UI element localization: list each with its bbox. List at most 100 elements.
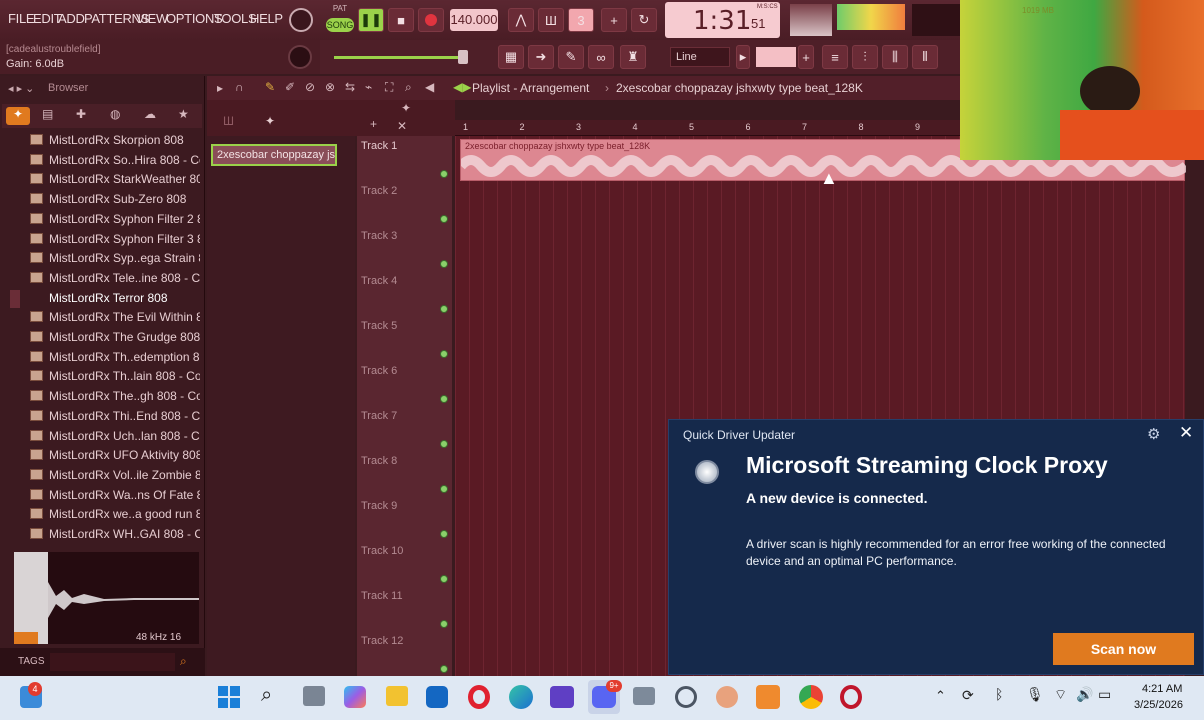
pat-toggle[interactable]: PAT bbox=[326, 4, 354, 16]
volume-icon[interactable]: 🔊 bbox=[1076, 686, 1093, 703]
blend-notes-icon[interactable]: + bbox=[601, 8, 627, 32]
arrow-right-icon[interactable]: ➜ bbox=[528, 45, 554, 69]
browser-item[interactable]: MistLordRx The Grudge 808 bbox=[30, 330, 200, 349]
browser-item[interactable]: MistLordRx Syp..ega Strain 808 bbox=[30, 251, 200, 270]
tempo-display[interactable]: 140.000 bbox=[450, 9, 498, 31]
grid-icon[interactable]: Ш bbox=[223, 114, 234, 128]
mute-tool-icon[interactable]: ⊗ bbox=[325, 80, 335, 94]
browser-item[interactable]: MistLordRx Thi..End 808 - Copy bbox=[30, 409, 200, 428]
wifi-icon[interactable]: ⌔ bbox=[1054, 686, 1067, 704]
track-name[interactable]: Track 8 bbox=[361, 455, 397, 467]
slice-tool-icon[interactable]: ⌁ bbox=[365, 80, 372, 94]
play-button[interactable]: ❚❚ bbox=[358, 8, 384, 32]
browser-item[interactable]: MistLordRx Syphon Filter 2 808 bbox=[30, 212, 200, 231]
mixer-icon[interactable]: ⫴ bbox=[912, 45, 938, 69]
track-name[interactable]: Track 6 bbox=[361, 365, 397, 377]
browser-item[interactable]: MistLordRx The..gh 808 - Copy bbox=[30, 389, 200, 408]
loop-record-icon[interactable]: ↻ bbox=[631, 8, 657, 32]
task-view-icon[interactable] bbox=[303, 686, 325, 706]
link-icon[interactable]: ∞ bbox=[588, 45, 614, 69]
camera-icon[interactable] bbox=[633, 687, 655, 705]
browser-item[interactable]: MistLordRx The Evil Within 808 bbox=[30, 310, 200, 329]
stamp-icon[interactable]: ♜ bbox=[620, 45, 646, 69]
search-taskbar-icon[interactable]: ⌕ bbox=[261, 684, 272, 707]
menu-help[interactable]: HELP bbox=[250, 11, 283, 26]
browser-item[interactable]: MistLordRx Uch..lan 808 - Copy bbox=[30, 429, 200, 448]
browser-item[interactable]: MistLordRx Th..lain 808 - Copy bbox=[30, 369, 200, 388]
opera-icon[interactable] bbox=[468, 685, 490, 709]
battery-icon[interactable]: ▭ bbox=[1098, 686, 1111, 703]
track-enable-led[interactable] bbox=[440, 215, 448, 223]
master-volume-knob[interactable] bbox=[289, 8, 313, 32]
pencil-icon[interactable]: ✎ bbox=[558, 45, 584, 69]
select-tool-icon[interactable]: ⛶ bbox=[385, 80, 393, 95]
playback-tool-icon[interactable]: ◀ bbox=[425, 80, 434, 94]
browser-item[interactable]: MistLordRx WH..GAI 808 - Copy bbox=[30, 527, 200, 546]
github-icon[interactable] bbox=[675, 686, 697, 708]
track-enable-led[interactable] bbox=[440, 575, 448, 583]
track-name[interactable]: Track 9 bbox=[361, 500, 397, 512]
bluetooth-icon[interactable]: ᛒ bbox=[995, 686, 1003, 702]
track-name[interactable]: Track 4 bbox=[361, 275, 397, 287]
browser-item[interactable]: MistLordRx Sub-Zero 808 bbox=[30, 192, 200, 211]
track-enable-led[interactable] bbox=[440, 305, 448, 313]
piano-icon[interactable]: ▦ bbox=[498, 45, 524, 69]
clipchamp-icon[interactable] bbox=[550, 686, 574, 708]
track-name[interactable]: Track 3 bbox=[361, 230, 397, 242]
clock-date[interactable]: 3/25/2026 bbox=[1134, 699, 1183, 711]
sync-icon[interactable]: ⟳ bbox=[962, 687, 974, 704]
browser-item[interactable]: MistLordRx we..a good run 808 bbox=[30, 507, 200, 526]
cloud-tab-icon[interactable]: ☁ bbox=[144, 107, 156, 121]
track-enable-led[interactable] bbox=[440, 485, 448, 493]
start-icon[interactable] bbox=[218, 686, 240, 708]
track-name[interactable]: Track 10 bbox=[361, 545, 403, 557]
wait-input-icon[interactable]: Ш bbox=[538, 8, 564, 32]
browser-item[interactable]: MistLordRx Skorpion 808 bbox=[30, 133, 200, 152]
audio-clip-icon[interactable]: ✦ bbox=[265, 114, 275, 128]
gear-icon[interactable]: ⚙ bbox=[1147, 425, 1160, 443]
copilot-icon[interactable] bbox=[344, 686, 366, 708]
metronome-icon[interactable]: ⋀ bbox=[508, 8, 534, 32]
tags-input[interactable] bbox=[50, 653, 175, 671]
opera-gx-icon[interactable] bbox=[840, 685, 862, 709]
paint-tool-icon[interactable]: ✐ bbox=[285, 80, 295, 94]
add-pattern-icon[interactable]: + bbox=[798, 45, 814, 69]
outlook-icon[interactable] bbox=[426, 686, 448, 708]
browser-item[interactable]: MistLordRx StarkWeather 808 bbox=[30, 172, 200, 191]
browser-arrows[interactable]: ◂ ▸ ⌄ bbox=[8, 82, 34, 95]
clock-time[interactable]: 4:21 AM bbox=[1142, 683, 1182, 695]
folder-tab-icon[interactable]: ▤ bbox=[42, 107, 53, 121]
browser-scroll-handle[interactable] bbox=[10, 290, 20, 308]
piano-roll-icon[interactable]: ⫼ bbox=[882, 45, 908, 69]
track-name[interactable]: Track 1 bbox=[361, 140, 397, 152]
delete-tool-icon[interactable]: ⊘ bbox=[305, 80, 315, 94]
browser-item[interactable]: MistLordRx UFO Aktivity 808 bbox=[30, 448, 200, 467]
zoom-tool-icon[interactable]: ⌕ bbox=[405, 80, 412, 95]
scan-now-button[interactable]: Scan now bbox=[1053, 633, 1194, 665]
track-enable-led[interactable] bbox=[440, 665, 448, 673]
track-name[interactable]: Track 12 bbox=[361, 635, 403, 647]
chevron-up-icon[interactable]: ⌃ bbox=[935, 688, 946, 704]
countdown-icon[interactable]: 3 bbox=[568, 8, 594, 32]
fl-studio-icon[interactable] bbox=[756, 685, 780, 709]
song-toggle[interactable]: SONG bbox=[326, 18, 354, 32]
browser-item[interactable]: MistLordRx Terror 808 bbox=[30, 291, 200, 310]
main-volume-handle[interactable] bbox=[458, 50, 468, 64]
track-enable-led[interactable] bbox=[440, 620, 448, 628]
menu-file[interactable]: FILE bbox=[8, 11, 35, 26]
file-explorer-icon[interactable] bbox=[386, 686, 408, 706]
avatar-app-icon[interactable] bbox=[716, 686, 738, 708]
chrome-icon[interactable] bbox=[799, 685, 823, 709]
playlist-icon[interactable]: ≡ bbox=[822, 45, 848, 69]
snap-next-icon[interactable]: ▸ bbox=[736, 45, 750, 69]
track-enable-led[interactable] bbox=[440, 170, 448, 178]
track-name[interactable]: Track 5 bbox=[361, 320, 397, 332]
add-track-icon[interactable]: + bbox=[370, 117, 377, 131]
playlist-menu-icon[interactable]: ▸ bbox=[217, 81, 223, 95]
browser-item[interactable]: MistLordRx Vol..ile Zombie 808 bbox=[30, 468, 200, 487]
pattern-number[interactable] bbox=[756, 47, 796, 67]
close-tracks-icon[interactable]: ✕ bbox=[397, 119, 407, 133]
track-enable-led[interactable] bbox=[440, 530, 448, 538]
track-name[interactable]: Track 11 bbox=[361, 590, 403, 602]
browser-item[interactable]: MistLordRx So..Hira 808 - Copy bbox=[30, 153, 200, 172]
